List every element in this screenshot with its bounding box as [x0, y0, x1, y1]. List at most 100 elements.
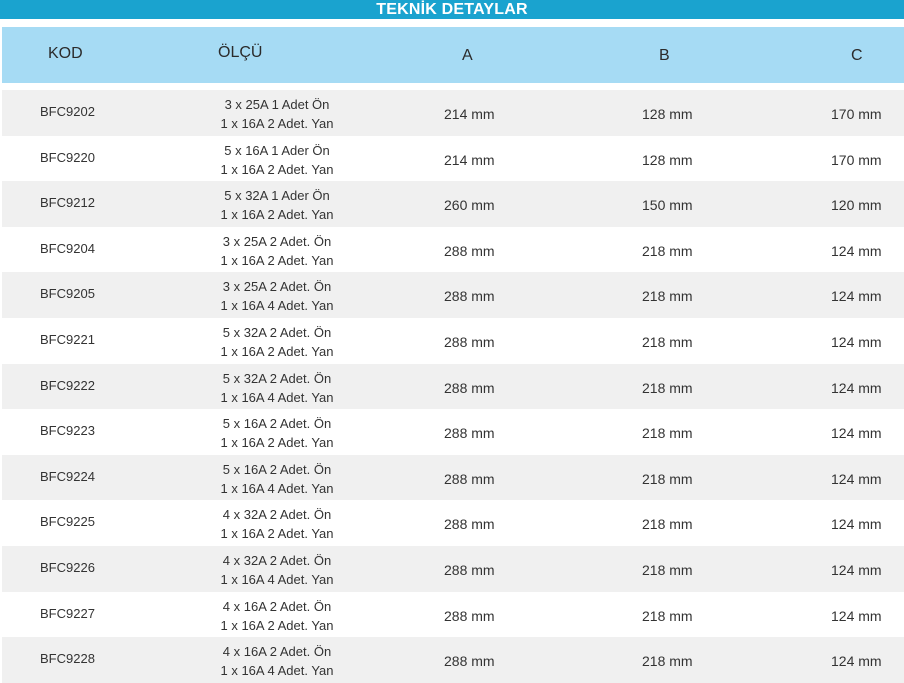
cell-olcu-front: 4 x 32A 2 Adet. Ön [222, 507, 332, 523]
table-row: BFC9228 4 x 16A 2 Adet. Ön 1 x 16A 4 Adet.… [2, 637, 904, 683]
cell-olcu: 3 x 25A 1 Adet Ön 1 x 16A 2 Adet. Yan [182, 95, 372, 133]
cell-olcu: 4 x 16A 2 Adet. Ön 1 x 16A 2 Adet. Yan [182, 597, 372, 635]
cell-c: 124 mm [831, 470, 882, 487]
cell-c: 120 mm [831, 197, 882, 214]
cell-kod: BFC9227 [40, 605, 95, 621]
cell-olcu-front: 5 x 32A 2 Adet. Ön [222, 324, 332, 340]
cell-olcu: 5 x 16A 2 Adet. Ön 1 x 16A 2 Adet. Yan [182, 414, 372, 452]
cell-olcu-side: 1 x 16A 2 Adet. Yan [220, 617, 334, 633]
cell-b: 128 mm [642, 106, 693, 122]
cell-olcu: 5 x 32A 2 Adet. Ön 1 x 16A 2 Adet. Yan [182, 323, 372, 361]
cell-b: 218 mm [642, 516, 693, 533]
cell-a: 288 mm [444, 425, 495, 442]
cell-olcu-front: 5 x 16A 2 Adet. Ön [222, 416, 332, 432]
cell-olcu-side: 1 x 16A 4 Adet. Yan [220, 298, 334, 314]
cell-olcu-front: 5 x 32A 2 Adet. Ön [222, 370, 332, 386]
cell-kod: BFC9222 [40, 377, 95, 393]
cell-olcu-side: 1 x 16A 2 Adet. Yan [220, 252, 334, 268]
table-body: BFC9202 3 x 25A 1 Adet Ön 1 x 16A 2 Adet. … [2, 90, 904, 683]
cell-olcu: 3 x 25A 2 Adet. Ön 1 x 16A 2 Adet. Yan [182, 232, 372, 270]
table-row: BFC9202 3 x 25A 1 Adet Ön 1 x 16A 2 Adet. … [2, 90, 904, 136]
cell-olcu: 4 x 16A 2 Adet. Ön 1 x 16A 4 Adet. Yan [182, 642, 372, 680]
cell-olcu-front: 3 x 25A 1 Adet Ön [224, 97, 330, 112]
cell-a: 288 mm [444, 516, 495, 533]
table-row: BFC9220 5 x 16A 1 Ader Ön 1 x 16A 2 Adet. … [2, 135, 904, 182]
cell-kod: BFC9205 [40, 286, 95, 302]
table-row: BFC9205 3 x 25A 2 Adet. Ön 1 x 16A 4 Adet.… [2, 272, 904, 318]
cell-olcu-front: 3 x 25A 2 Adet. Ön [222, 279, 332, 295]
cell-b: 218 mm [642, 470, 693, 487]
cell-olcu-side: 1 x 16A 2 Adet. Yan [220, 343, 334, 359]
cell-b: 218 mm [642, 607, 693, 624]
cell-c: 170 mm [831, 106, 882, 122]
cell-b: 218 mm [642, 242, 693, 259]
cell-c: 124 mm [831, 561, 882, 578]
cell-olcu-side: 1 x 16A 2 Adet. Yan [220, 526, 334, 542]
table-header: KOD ÖLÇÜ A B C [2, 27, 904, 83]
header-b: B [659, 47, 670, 64]
cell-olcu-side: 1 x 16A 4 Adet. Yan [220, 571, 334, 587]
cell-b: 218 mm [642, 425, 693, 442]
header-olcu: ÖLÇÜ [218, 44, 263, 61]
cell-a: 288 mm [444, 561, 495, 578]
cell-c: 124 mm [831, 379, 882, 396]
cell-c: 124 mm [831, 242, 882, 259]
cell-olcu-side: 1 x 16A 2 Adet. Yan [220, 207, 334, 223]
table-row: BFC9226 4 x 32A 2 Adet. Ön 1 x 16A 4 Adet.… [2, 545, 904, 592]
page-title: TEKNİK DETAYLAR [0, 0, 904, 19]
cell-c: 124 mm [831, 288, 882, 305]
cell-kod: BFC9221 [40, 331, 95, 347]
cell-a: 214 mm [444, 106, 495, 122]
cell-olcu: 4 x 32A 2 Adet. Ön 1 x 16A 4 Adet. Yan [182, 551, 372, 589]
cell-kod: BFC9223 [40, 423, 95, 439]
cell-a: 288 mm [444, 288, 495, 305]
cell-b: 218 mm [642, 653, 693, 670]
cell-olcu: 4 x 32A 2 Adet. Ön 1 x 16A 2 Adet. Yan [182, 505, 372, 543]
table-row: BFC9221 5 x 32A 2 Adet. Ön 1 x 16A 2 Adet.… [2, 317, 904, 364]
cell-a: 288 mm [444, 242, 495, 259]
cell-olcu: 5 x 16A 2 Adet. Ön 1 x 16A 4 Adet. Yan [182, 460, 372, 498]
cell-kod: BFC9202 [40, 104, 95, 119]
cell-olcu-front: 4 x 32A 2 Adet. Ön [222, 552, 332, 568]
cell-a: 288 mm [444, 470, 495, 487]
cell-olcu-side: 1 x 16A 4 Adet. Yan [220, 389, 334, 405]
cell-b: 218 mm [642, 561, 693, 578]
header-a: A [462, 47, 473, 64]
cell-a: 288 mm [444, 653, 495, 670]
cell-b: 218 mm [642, 288, 693, 305]
cell-b: 150 mm [642, 197, 693, 214]
table-row: BFC9224 5 x 16A 2 Adet. Ön 1 x 16A 4 Adet.… [2, 454, 904, 501]
cell-kod: BFC9212 [40, 195, 95, 211]
cell-c: 124 mm [831, 653, 882, 670]
header-c: C [851, 47, 863, 64]
table-row: BFC9212 5 x 32A 1 Ader Ön 1 x 16A 2 Adet. … [2, 181, 904, 227]
cell-c: 124 mm [831, 333, 882, 350]
table-row: BFC9225 4 x 32A 2 Adet. Ön 1 x 16A 2 Adet.… [2, 500, 904, 546]
cell-kod: BFC9220 [40, 149, 95, 165]
cell-olcu-front: 5 x 32A 1 Ader Ön [224, 188, 330, 204]
cell-olcu-front: 5 x 16A 1 Ader Ön [224, 142, 330, 158]
cell-b: 218 mm [642, 379, 693, 396]
cell-olcu-front: 3 x 25A 2 Adet. Ön [222, 233, 332, 249]
cell-olcu-side: 1 x 16A 4 Adet. Yan [220, 480, 334, 496]
table-row: BFC9223 5 x 16A 2 Adet. Ön 1 x 16A 2 Adet.… [2, 409, 904, 455]
cell-c: 124 mm [831, 516, 882, 533]
cell-c: 124 mm [831, 425, 882, 442]
cell-b: 218 mm [642, 333, 693, 350]
cell-c: 124 mm [831, 607, 882, 624]
cell-olcu-front: 4 x 16A 2 Adet. Ön [222, 644, 332, 660]
cell-olcu: 5 x 32A 1 Ader Ön 1 x 16A 2 Adet. Yan [182, 186, 372, 224]
cell-c: 170 mm [831, 151, 882, 168]
cell-olcu: 5 x 16A 1 Ader Ön 1 x 16A 2 Adet. Yan [182, 141, 372, 179]
cell-a: 260 mm [444, 197, 495, 214]
cell-kod: BFC9225 [40, 514, 95, 530]
cell-olcu: 5 x 32A 2 Adet. Ön 1 x 16A 4 Adet. Yan [182, 369, 372, 407]
cell-olcu-side: 1 x 16A 2 Adet. Yan [220, 116, 334, 131]
cell-olcu: 3 x 25A 2 Adet. Ön 1 x 16A 4 Adet. Yan [182, 277, 372, 315]
cell-a: 288 mm [444, 333, 495, 350]
cell-olcu-front: 4 x 16A 2 Adet. Ön [222, 598, 332, 614]
cell-olcu-side: 1 x 16A 2 Adet. Yan [220, 161, 334, 177]
header-kod: KOD [48, 45, 83, 62]
cell-kod: BFC9224 [40, 468, 95, 484]
table-row: BFC9222 5 x 32A 2 Adet. Ön 1 x 16A 4 Adet.… [2, 363, 904, 410]
